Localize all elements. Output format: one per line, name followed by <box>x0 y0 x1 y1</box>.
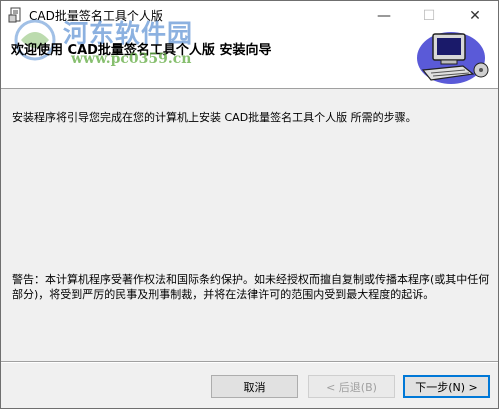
button-separator <box>1 361 498 363</box>
minimize-icon: — <box>377 7 391 24</box>
computer-setup-icon <box>417 32 489 84</box>
intro-text: 安装程序将引导您完成在您的计算机上安装 CAD批量签名工具个人版 所需的步骤。 <box>12 111 417 124</box>
watermark-url: www.pc0359.cn <box>71 51 192 67</box>
copyright-warning: 警告：本计算机程序受著作权法和国际条约保护。如未经授权而擅自复制或传播本程序(或… <box>12 273 490 301</box>
maximize-icon: ☐ <box>422 7 436 24</box>
wizard-content: 安装程序将引导您完成在您的计算机上安装 CAD批量签名工具个人版 所需的步骤。 … <box>1 89 498 367</box>
installer-window: CAD批量签名工具个人版 — ☐ ✕ 河东软件园 欢迎使用 CAD批量签名工具个… <box>0 0 499 409</box>
wizard-header: 河东软件园 欢迎使用 CAD批量签名工具个人版 安装向导 www.pc0359.… <box>1 19 498 89</box>
back-button[interactable]: < 后退(B) <box>308 375 395 398</box>
minimize-button[interactable]: — <box>361 1 407 30</box>
cancel-button[interactable]: 取消 <box>211 375 298 398</box>
next-button[interactable]: 下一步(N) > <box>403 375 490 398</box>
close-icon: ✕ <box>469 7 481 24</box>
